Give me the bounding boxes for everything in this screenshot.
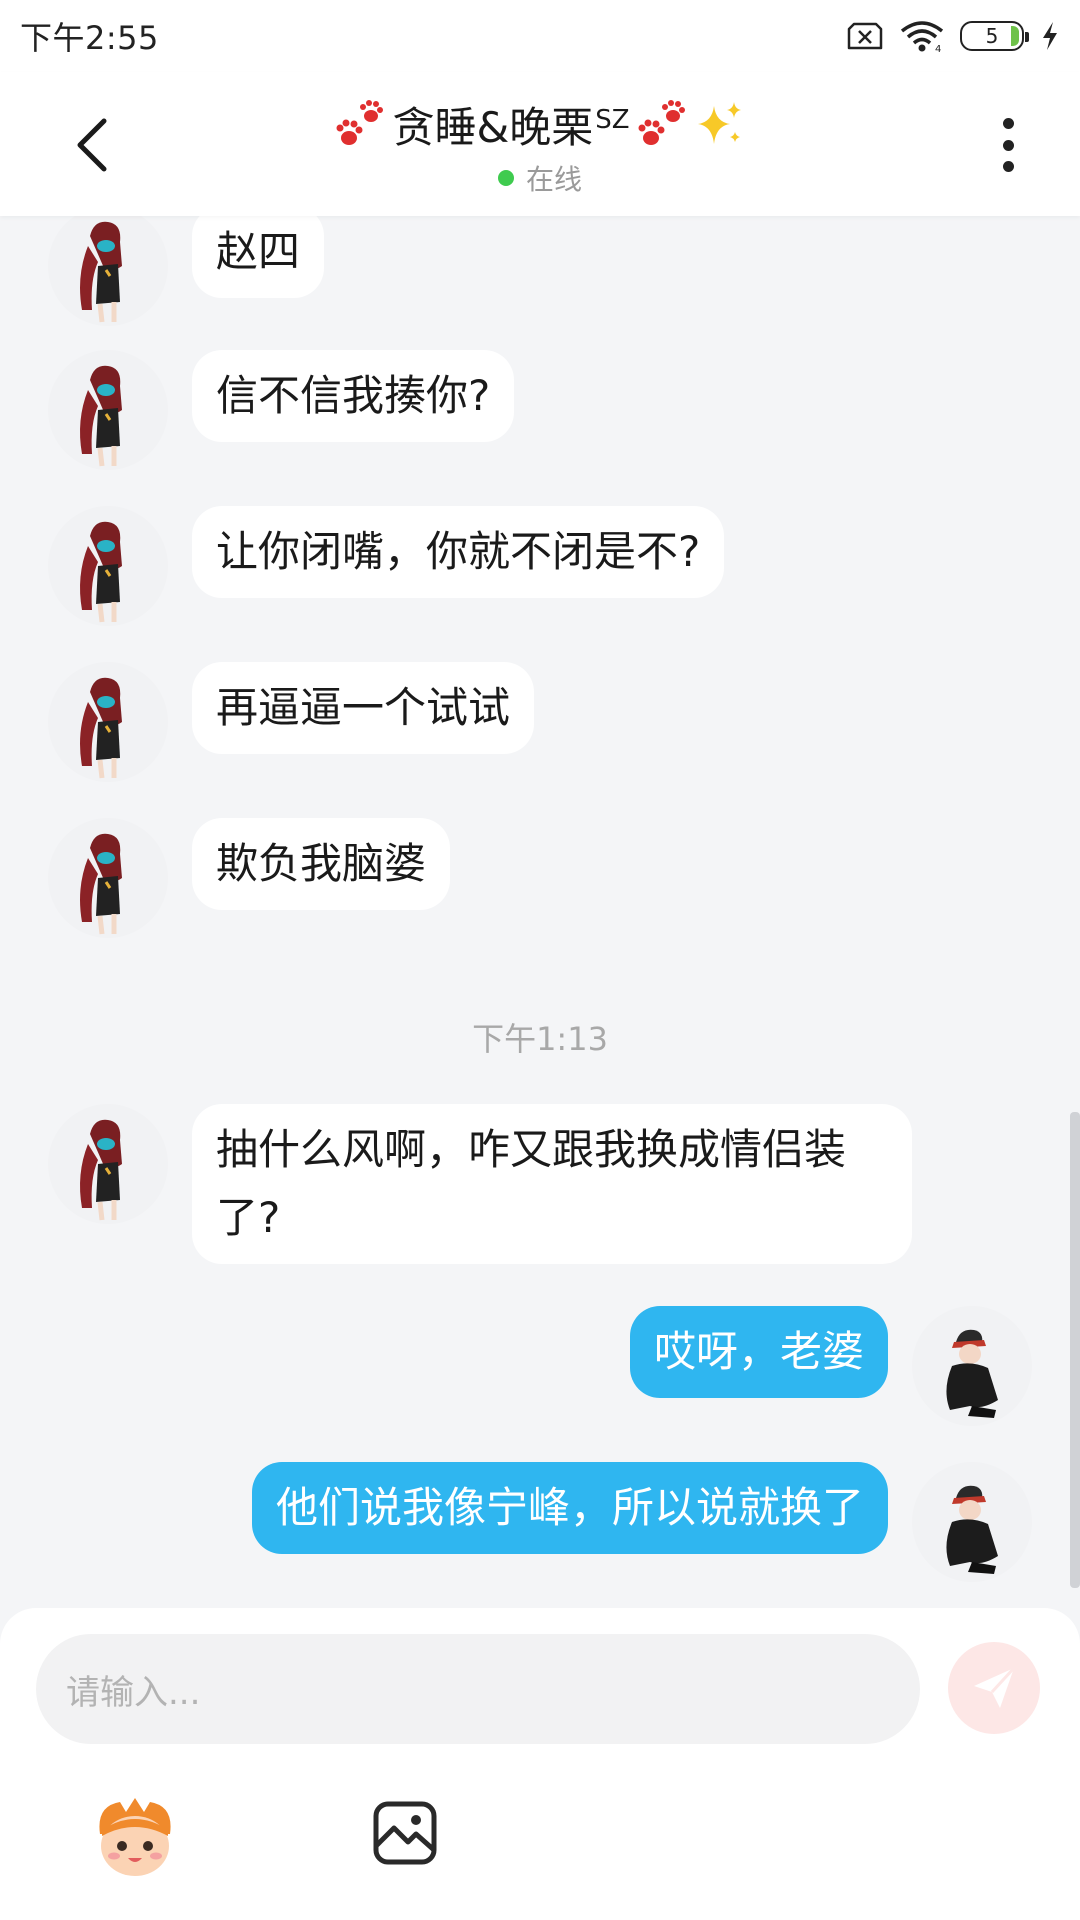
battery-fill (1011, 26, 1019, 46)
more-button[interactable] (988, 112, 1028, 178)
message-outgoing: 哎呀，老婆 (629, 1306, 1032, 1426)
status-bar: 下午2:55 4 5 (0, 0, 1080, 72)
back-icon (77, 118, 107, 172)
wifi-icon: 4 (900, 21, 944, 53)
anime-girl-avatar-icon (80, 521, 122, 623)
battery-level: 5 (985, 24, 999, 48)
message-incoming: 让你闭嘴，你就不闭是不? (48, 506, 725, 626)
message-incoming: 抽什么风啊，咋又跟我换成情侣装了? (48, 1104, 912, 1264)
message-bubble[interactable]: 哎呀，老婆 (629, 1306, 888, 1398)
anime-girl-avatar-icon (80, 365, 122, 467)
send-icon (974, 1666, 1016, 1708)
message-bubble[interactable]: 欺负我脑婆 (192, 818, 451, 910)
anime-girl-avatar-icon (80, 677, 122, 779)
message-bubble[interactable]: 让你闭嘴，你就不闭是不? (192, 506, 725, 598)
message-outgoing: 他们说我像宁峰，所以说就换了 (251, 1462, 1032, 1582)
message-incoming: 欺负我脑婆 (48, 818, 451, 938)
message-list[interactable]: 赵四 信不信我揍你? 让你闭嘴，你就不闭是不? 再逼逼一个试试 欺负我脑婆 下午… (0, 216, 1080, 1608)
message-incoming: 信不信我揍你? (48, 350, 515, 470)
chat-title-name: 贪睡&晚栗 (392, 102, 594, 152)
contact-avatar[interactable] (48, 818, 168, 938)
message-input[interactable]: 请输入... (36, 1634, 920, 1744)
status-time: 下午2:55 (20, 19, 159, 57)
image-icon (373, 1801, 437, 1865)
charging-icon (1043, 22, 1057, 50)
message-bubble[interactable]: 赵四 (192, 216, 325, 298)
sim-off-icon (847, 22, 883, 50)
emoji-button[interactable] (90, 1794, 180, 1884)
chat-header: 贪睡&晚栗SZ 在线 (0, 72, 1080, 216)
boy-avatar-icon (946, 1485, 998, 1574)
my-avatar[interactable] (912, 1306, 1032, 1426)
paw-icon (336, 100, 384, 145)
send-button[interactable] (948, 1642, 1040, 1734)
message-incoming: 再逼逼一个试试 (48, 662, 535, 782)
chat-title-suffix: SZ (595, 104, 630, 135)
title-row: 贪睡&晚栗SZ (334, 94, 745, 154)
contact-avatar[interactable] (48, 350, 168, 470)
emoji-mascot-icon (99, 1798, 171, 1876)
more-dot (1002, 139, 1014, 151)
back-button[interactable] (62, 110, 122, 180)
anime-girl-avatar-icon (80, 221, 122, 323)
contact-avatar[interactable] (48, 662, 168, 782)
image-button[interactable] (370, 1798, 440, 1868)
my-avatar[interactable] (912, 1462, 1032, 1582)
message-bubble[interactable]: 信不信我揍你? (192, 350, 515, 442)
message-bubble[interactable]: 再逼逼一个试试 (192, 662, 535, 754)
anime-girl-avatar-icon (80, 833, 122, 935)
input-panel: 请输入... (0, 1608, 1080, 1920)
online-status: 在线 (497, 158, 582, 198)
message-bubble[interactable]: 他们说我像宁峰，所以说就换了 (251, 1462, 888, 1554)
contact-avatar[interactable] (48, 1104, 168, 1224)
time-divider: 下午1:13 (472, 1020, 608, 1058)
sparkles-icon (697, 102, 741, 144)
status-icons: 4 5 (846, 19, 1060, 53)
chat-title: 贪睡&晚栗SZ (392, 94, 629, 155)
more-dot (1002, 161, 1014, 172)
svg-text:4: 4 (935, 44, 941, 53)
more-dot (1002, 118, 1014, 129)
boy-avatar-icon (946, 1329, 998, 1418)
contact-avatar[interactable] (48, 216, 168, 326)
anime-girl-avatar-icon (80, 1119, 122, 1221)
message-bubble[interactable]: 抽什么风啊，咋又跟我换成情侣装了? (192, 1104, 912, 1264)
online-dot-icon (497, 170, 514, 186)
header-center: 贪睡&晚栗SZ 在线 (200, 94, 880, 198)
contact-avatar[interactable] (48, 506, 168, 626)
scrollbar-thumb[interactable] (1070, 1112, 1080, 1588)
online-text: 在线 (525, 163, 582, 196)
paw-icon (638, 100, 685, 145)
message-incoming: 赵四 (48, 216, 325, 326)
battery-icon: 5 (960, 21, 1029, 51)
